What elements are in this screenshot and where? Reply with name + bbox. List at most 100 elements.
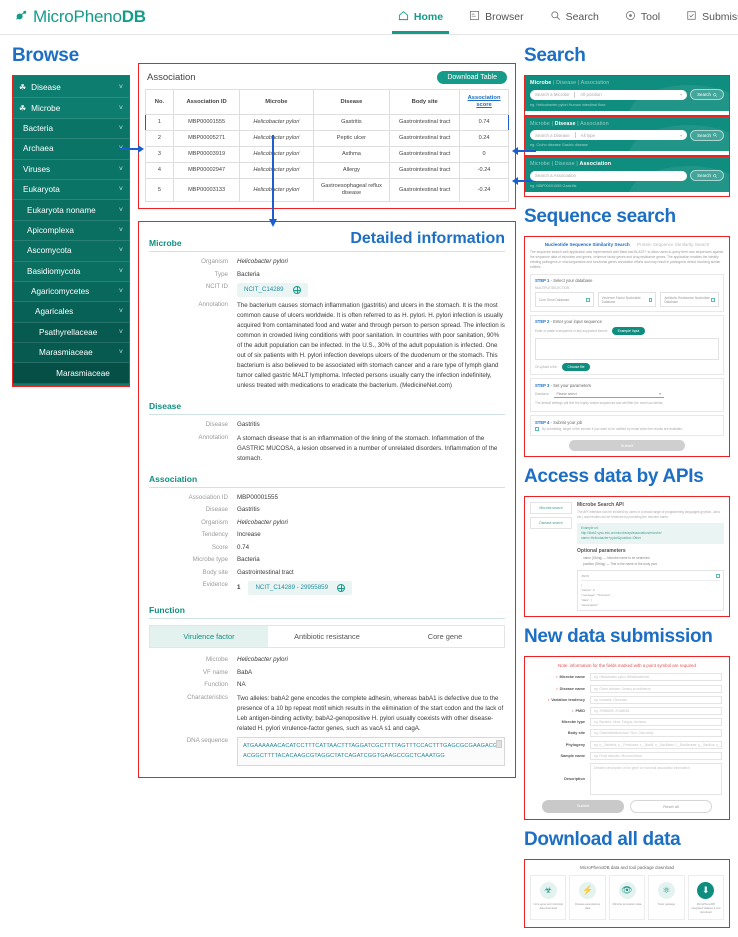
- sidebar-item-agaricales[interactable]: Agaricales ˅: [13, 302, 129, 323]
- submission-field-input[interactable]: eg. Crohn disease, Urinary incontinence: [590, 684, 722, 693]
- nav-home[interactable]: Home: [391, 1, 450, 34]
- function-heading: Function: [149, 605, 505, 620]
- table-row[interactable]: 5 MBP00003133 Helicobacter pylori Gastroeso…: [145, 178, 509, 203]
- download-card-dna[interactable]: ⚛ Tools package: [648, 874, 685, 921]
- submission-field-input[interactable]: eg. 29955859, 21468064: [590, 706, 722, 715]
- api-tab-microbe-search[interactable]: Microbe search: [530, 501, 572, 514]
- search-tab-disease[interactable]: Disease: [555, 121, 576, 127]
- submission-note: Note: information for the fields marked …: [558, 663, 696, 669]
- sequence-step-2: STEP 2 - Enter your input sequence Enter…: [530, 314, 724, 376]
- submission-field-input[interactable]: eg. Increase, Decrease: [590, 695, 722, 704]
- nucleotide-search-tab[interactable]: Nucleotide Sequence Similarity Search: [545, 242, 630, 247]
- evidence-chip[interactable]: NCIT_C14289 - 29955859: [248, 581, 353, 596]
- sidebar-item-apicomplexa[interactable]: Apicomplexa ˅: [13, 220, 129, 242]
- download-panel-title: MicroPhenoDB data and tool package downl…: [580, 864, 674, 870]
- search-tab-microbe[interactable]: Microbe: [530, 80, 551, 86]
- sequence-textarea[interactable]: [535, 337, 719, 360]
- sequence-submit-button[interactable]: Submit: [568, 439, 686, 451]
- checkbox-icon[interactable]: [711, 297, 716, 302]
- description-textarea[interactable]: Detailed description of the gene or micr…: [590, 762, 722, 795]
- notify-checkbox[interactable]: [535, 427, 539, 432]
- search-tab-association[interactable]: Association: [579, 161, 611, 167]
- submission-icon: [686, 10, 697, 24]
- search-tab-disease[interactable]: Disease: [555, 161, 575, 167]
- sidebar-item-disease[interactable]: ☘ Disease ˅: [13, 78, 129, 99]
- download-card-label: Disease associations data: [574, 902, 601, 910]
- copy-icon[interactable]: [716, 573, 720, 578]
- search-select[interactable]: All position: [580, 92, 680, 97]
- tab-core-gene[interactable]: Core gene: [386, 626, 504, 647]
- search-tab-microbe[interactable]: Microbe: [530, 121, 550, 127]
- db-option-vf[interactable]: Virulence Factor Nucleotide Database: [597, 292, 657, 308]
- sidebar-item-marasmiaceae[interactable]: Marasmiaceae: [13, 363, 129, 384]
- tab-virulence-factor[interactable]: Virulence factor: [150, 626, 268, 648]
- checkbox-icon[interactable]: [585, 297, 590, 302]
- col-header-association-score[interactable]: Association score: [459, 88, 509, 116]
- sidebar-item-microbe[interactable]: ☘ Microbe ˅: [13, 98, 129, 119]
- col-header-body-site: Body site: [389, 88, 461, 116]
- submission-field-input[interactable]: eg. Bacteria, Virus, Fungus, Archaea: [590, 718, 722, 727]
- search-select[interactable]: All type: [581, 133, 680, 138]
- dna-sequence-box[interactable]: ATGAAAAAACACATCCTTTCATTAACTTTAGGATCGCTTT…: [237, 737, 505, 766]
- submission-submit-button[interactable]: Submit: [542, 799, 624, 813]
- protein-search-tab[interactable]: Protein Sequence Similarity Search: [637, 242, 709, 247]
- download-card-syringe[interactable]: ⚡ Disease associations data: [569, 874, 606, 921]
- chevron-down-icon: ˅: [118, 186, 123, 194]
- download-card-microscope[interactable]: 👁 Microbe annotation data: [608, 874, 646, 921]
- checkbox-icon[interactable]: [648, 297, 653, 302]
- nav-tool[interactable]: Tool: [623, 1, 662, 34]
- search-tab-disease[interactable]: Disease: [556, 80, 576, 86]
- dna-scrollbar[interactable]: [496, 740, 502, 749]
- download-card-download[interactable]: ⬇ MicroPhenoDB integrated dataset & tool …: [687, 874, 725, 921]
- submission-field-input[interactable]: eg. Gastrointestinal tract, Skin, Oral c…: [590, 729, 722, 738]
- sidebar-item-bacteria[interactable]: Bacteria ˅: [13, 118, 129, 140]
- brand-logo[interactable]: MicroPhenoDB: [14, 7, 146, 27]
- submission-reset-button[interactable]: Reset all: [630, 799, 712, 813]
- step4-sub: By submitting, target of the service if …: [542, 427, 683, 432]
- table-row[interactable]: 3 MBP00003919 Helicobacter pylori Asthma Gas…: [145, 146, 509, 164]
- api-sidebar: Microbe search Disease search: [530, 501, 572, 611]
- sidebar-item-eukaryota[interactable]: Eukaryota ˅: [13, 179, 129, 201]
- search-input[interactable]: Search a Association: [530, 170, 688, 181]
- ncit-chip[interactable]: NCIT_C14289: [237, 283, 308, 298]
- search-tab-association[interactable]: Association: [581, 80, 610, 86]
- example-input-button[interactable]: Example Input: [611, 326, 646, 335]
- sidebar-item-archaea[interactable]: Archaea˅: [13, 139, 129, 160]
- sidebar-item-basidiomycota[interactable]: Basidiomycota ˅: [13, 261, 129, 282]
- search-tab-microbe[interactable]: Microbe: [530, 161, 550, 167]
- database-select[interactable]: Please select ▾: [553, 390, 664, 399]
- sidebar-item-eukaryota-noname[interactable]: Eukaryota noname ˅: [13, 200, 129, 221]
- table-row[interactable]: 4 MBP00002947 Helicobacter pylori Allergy Ga…: [145, 162, 509, 180]
- search-input[interactable]: Search a Disease All type ▾: [530, 130, 688, 140]
- search-button[interactable]: Search: [690, 129, 724, 141]
- submission-title: New data submission: [524, 626, 713, 648]
- nav-submission[interactable]: Submission: [684, 1, 738, 34]
- table-row[interactable]: 2 MBP00005271 Helicobacter pylori Peptic ul…: [145, 130, 509, 148]
- search-button[interactable]: Search: [690, 170, 724, 181]
- api-tab-disease-search[interactable]: Disease search: [530, 516, 572, 529]
- arrow-table-to-search: [512, 147, 536, 155]
- download-card-bacteria[interactable]: ☣ Core gene and microbial data download: [530, 874, 567, 921]
- sidebar-item-psathyrellaceae[interactable]: Psathyrellaceae ˅: [13, 322, 129, 344]
- sidebar-item-marasmiaceae[interactable]: Marasmiaceae ˅: [13, 343, 129, 364]
- db-option-core[interactable]: Core Gene Database: [535, 292, 594, 308]
- search-input[interactable]: Search a Microbe All position ▾: [530, 89, 688, 100]
- choose-file-button[interactable]: Choose file: [561, 362, 591, 371]
- tab-antibiotic-resistance[interactable]: Antibiotic resistance: [268, 626, 386, 647]
- submission-field-input[interactable]: eg. Fecal samples, Mucosa tissue: [590, 751, 722, 760]
- sidebar-item-viruses[interactable]: Viruses ˅: [13, 159, 129, 180]
- sidebar-item-agaricomycetes[interactable]: Agaricomycetes ˅: [13, 281, 129, 303]
- nav-browser[interactable]: Browser: [467, 1, 526, 34]
- chevron-down-icon: ˅: [118, 247, 123, 255]
- submission-field-input[interactable]: eg. k__Bacteria; p__Firmicutes; c__Bacil…: [590, 740, 722, 749]
- search-button[interactable]: Search: [690, 89, 724, 100]
- db-option-ar[interactable]: Antibiotic Resistance Nucleotide Databas…: [660, 292, 720, 308]
- assoc-body-site-row: Body site Gastrointestinal tract: [149, 569, 505, 578]
- nav-search[interactable]: Search: [548, 1, 601, 34]
- submission-field-input[interactable]: eg. Helicobacter pylori, Bifidobacterium: [590, 673, 722, 682]
- table-row[interactable]: 1 MBP00001555 Helicobacter pylori Gastritis…: [145, 114, 509, 132]
- search-tab-association[interactable]: Association: [580, 121, 609, 127]
- sidebar-item-ascomycota[interactable]: Ascomycota ˅: [13, 241, 129, 262]
- search-hint: eg. Crohn disease Gastric disease: [530, 143, 589, 147]
- download-table-button[interactable]: Download Table: [437, 71, 507, 84]
